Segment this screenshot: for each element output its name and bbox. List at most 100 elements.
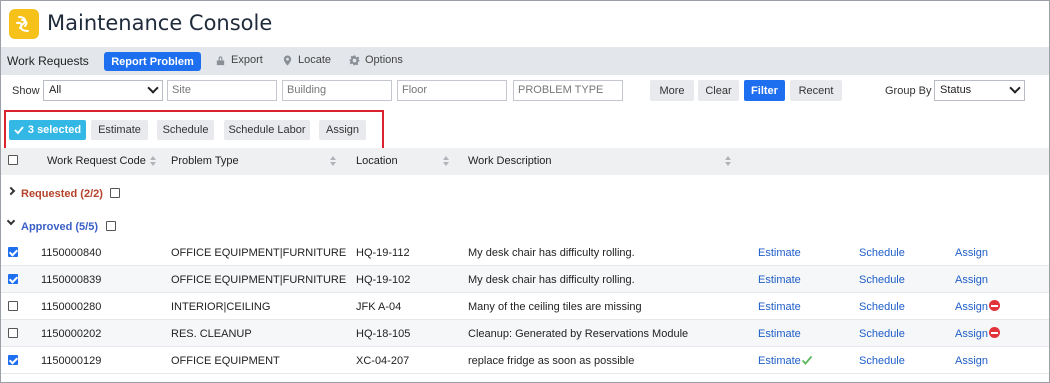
group-requested-checkbox[interactable] bbox=[110, 188, 120, 198]
locate-label: Locate bbox=[298, 54, 332, 66]
blocked-icon bbox=[989, 327, 1000, 338]
options-button[interactable]: Options bbox=[349, 54, 403, 66]
filter-button[interactable]: Filter bbox=[744, 80, 785, 101]
check-icon bbox=[14, 126, 24, 135]
row-schedule-link[interactable]: Schedule bbox=[859, 301, 905, 313]
sort-icon[interactable] bbox=[330, 156, 337, 167]
row-code: 1150000840 bbox=[41, 247, 102, 259]
map-pin-icon bbox=[283, 54, 292, 66]
row-description: Many of the ceiling tiles are missing bbox=[468, 301, 642, 313]
bulk-schedule-button[interactable]: Schedule bbox=[157, 120, 214, 140]
table-row[interactable]: 1150000840 OFFICE EQUIPMENT|FURNITURE HQ-1… bbox=[1, 239, 1049, 266]
floor-input[interactable]: Floor bbox=[397, 80, 507, 101]
recent-button[interactable]: Recent bbox=[790, 80, 842, 101]
blocked-icon bbox=[989, 300, 1000, 311]
row-checkbox[interactable] bbox=[8, 301, 18, 311]
row-estimate-link[interactable]: Estimate bbox=[758, 301, 801, 313]
row-checkbox[interactable] bbox=[8, 274, 18, 284]
gear-icon bbox=[349, 54, 360, 66]
bulk-schedule-labor-button[interactable]: Schedule Labor bbox=[224, 120, 310, 140]
chevron-right-icon[interactable] bbox=[6, 186, 16, 196]
table-row[interactable]: 1150000202 RES. CLEANUP HQ-18-105 Cleanup: … bbox=[1, 320, 1049, 347]
row-schedule-link[interactable]: Schedule bbox=[859, 328, 905, 340]
row-description: My desk chair has difficulty rolling. bbox=[468, 274, 635, 286]
row-assign-link[interactable]: Assign bbox=[955, 247, 988, 259]
locate-button[interactable]: Locate bbox=[282, 54, 331, 66]
show-select[interactable]: All bbox=[43, 80, 163, 101]
show-select-value: All bbox=[49, 84, 62, 96]
row-problem-type: RES. CLEANUP bbox=[171, 328, 252, 340]
select-all-checkbox[interactable] bbox=[8, 155, 18, 165]
page-title: Maintenance Console bbox=[47, 11, 273, 35]
row-code: 1150000202 bbox=[41, 328, 102, 340]
app-logo-icon bbox=[9, 9, 39, 39]
chevron-down-icon[interactable] bbox=[6, 216, 16, 226]
sort-icon[interactable] bbox=[443, 156, 450, 167]
row-code: 1150000280 bbox=[41, 301, 102, 313]
export-button[interactable]: Export bbox=[215, 54, 263, 66]
toolbar: Work Requests Report Problem Export Loca… bbox=[1, 47, 1049, 75]
row-estimate-link[interactable]: Estimate bbox=[758, 328, 801, 340]
table-row[interactable]: 1150000839 OFFICE EQUIPMENT|FURNITURE HQ-1… bbox=[1, 266, 1049, 293]
row-assign-link[interactable]: Assign bbox=[955, 328, 988, 340]
title-bar: Maintenance Console bbox=[1, 1, 1049, 46]
report-problem-button[interactable]: Report Problem bbox=[104, 52, 201, 71]
selected-count-label: 3 selected bbox=[27, 124, 82, 136]
row-location: JFK A-04 bbox=[356, 301, 402, 313]
row-assign-link[interactable]: Assign bbox=[955, 301, 988, 313]
row-code: 1150000129 bbox=[41, 355, 102, 367]
chevron-down-icon bbox=[147, 82, 159, 94]
options-label: Options bbox=[365, 54, 403, 66]
row-description: replace fridge as soon as possible bbox=[468, 355, 635, 367]
row-location: HQ-19-112 bbox=[356, 247, 410, 259]
clear-button[interactable]: Clear bbox=[698, 80, 739, 101]
row-assign-link[interactable]: Assign bbox=[955, 274, 988, 286]
problem-type-input[interactable]: PROBLEM TYPE bbox=[513, 80, 623, 101]
group-by-select[interactable]: Status bbox=[934, 80, 1025, 101]
site-input[interactable]: Site bbox=[167, 80, 277, 101]
building-input[interactable]: Building bbox=[282, 80, 392, 101]
bulk-estimate-button[interactable]: Estimate bbox=[91, 120, 148, 140]
export-icon bbox=[216, 55, 225, 65]
group-approved-checkbox[interactable] bbox=[106, 221, 116, 231]
row-schedule-link[interactable]: Schedule bbox=[859, 274, 905, 286]
column-header-description-label: Work Description bbox=[468, 155, 552, 167]
selection-action-bar: 3 selected Estimate Schedule Schedule La… bbox=[4, 110, 384, 150]
row-estimate-link[interactable]: Estimate bbox=[758, 247, 801, 259]
row-schedule-link[interactable]: Schedule bbox=[859, 247, 905, 259]
table-row[interactable]: 1150000280 INTERIOR|CEILING JFK A-04 Many o… bbox=[1, 293, 1049, 320]
group-requested-label: Requested (2/2) bbox=[21, 188, 103, 200]
column-header-code[interactable]: Work Request Code bbox=[47, 155, 157, 167]
group-approved-label: Approved (5/5) bbox=[21, 221, 99, 233]
sort-icon[interactable] bbox=[725, 156, 732, 167]
chevron-down-icon bbox=[1009, 82, 1021, 94]
row-estimate-link[interactable]: Estimate bbox=[758, 274, 801, 286]
column-header-location-label: Location bbox=[356, 155, 398, 167]
more-button[interactable]: More bbox=[650, 80, 694, 101]
row-checkbox[interactable] bbox=[8, 247, 18, 257]
sort-icon bbox=[149, 155, 157, 167]
row-problem-type: OFFICE EQUIPMENT|FURNITURE bbox=[171, 247, 347, 259]
group-by-label: Group By bbox=[885, 85, 932, 97]
bulk-assign-button[interactable]: Assign bbox=[319, 120, 366, 140]
table-row[interactable]: 1150000129 OFFICE EQUIPMENT XC-04-207 repla… bbox=[1, 347, 1049, 374]
selected-count-badge[interactable]: 3 selected bbox=[9, 120, 86, 140]
row-checkbox[interactable] bbox=[8, 328, 18, 338]
show-label: Show bbox=[12, 85, 40, 97]
row-estimate-link[interactable]: Estimate bbox=[758, 355, 801, 367]
row-problem-type: OFFICE EQUIPMENT|FURNITURE bbox=[171, 274, 347, 286]
group-requested[interactable]: Requested (2/2) bbox=[1, 178, 1049, 208]
group-by-value: Status bbox=[940, 84, 972, 96]
row-description: My desk chair has difficulty rolling. bbox=[468, 247, 635, 259]
row-description: Cleanup: Generated by Reservations Modul… bbox=[468, 328, 689, 340]
row-schedule-link[interactable]: Schedule bbox=[859, 355, 905, 367]
row-assign-link[interactable]: Assign bbox=[955, 355, 988, 367]
row-location: HQ-19-102 bbox=[356, 274, 411, 286]
column-header-description[interactable]: Work Description bbox=[468, 155, 552, 167]
row-location: XC-04-207 bbox=[356, 355, 410, 367]
column-header-location[interactable]: Location bbox=[356, 155, 398, 167]
group-approved[interactable]: Approved (5/5) bbox=[1, 211, 1049, 241]
column-header-code-label: Work Request Code bbox=[47, 155, 146, 167]
column-header-problem-type[interactable]: Problem Type bbox=[171, 155, 239, 167]
row-checkbox[interactable] bbox=[8, 355, 18, 365]
